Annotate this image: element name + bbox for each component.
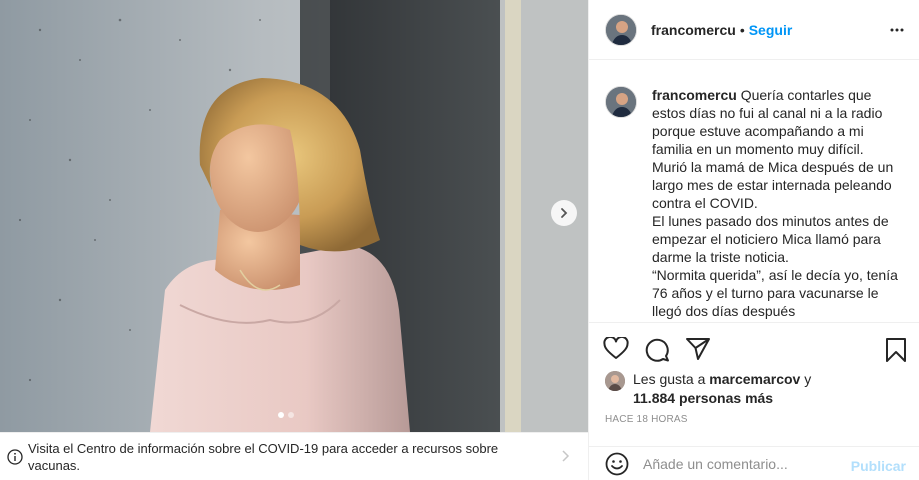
avatar[interactable] [605, 13, 637, 46]
covid-banner-text: Visita el Centro de información sobre el… [28, 440, 499, 473]
post-caption: francomercu Quería contarles que estos d… [605, 86, 905, 322]
likes-prefix: Les gusta a [633, 371, 706, 387]
caption-paragraph: El lunes pasado dos minutos antes de emp… [652, 213, 889, 265]
comment-icon[interactable] [644, 337, 670, 363]
emoji-icon[interactable] [605, 452, 629, 476]
likes-text: Les gusta a marcemarcov y 11.884 persona… [633, 370, 811, 408]
photo-image [0, 0, 588, 432]
caption-paragraph: Murió la mamá de Mica después de un larg… [652, 159, 894, 211]
caption-paragraph: francomercu Quería contarles que estos d… [652, 86, 905, 158]
liker-username[interactable]: marcemarcov [709, 371, 800, 387]
chevron-right-icon [562, 450, 570, 462]
post-timestamp[interactable]: HACE 18 HORAS [605, 414, 688, 425]
comment-bar: Publicar [589, 446, 919, 480]
publish-button[interactable]: Publicar [851, 458, 906, 474]
caption-body: francomercu Quería contarles que estos d… [652, 86, 905, 320]
likes-and: y [804, 371, 812, 387]
carousel-dot-active [278, 412, 284, 418]
username-link[interactable]: francomercu [651, 22, 736, 38]
likes-count[interactable]: 11.884 personas más [633, 390, 773, 406]
next-slide-button[interactable] [551, 200, 577, 226]
liker-avatar[interactable] [605, 371, 625, 391]
separator-dot: • [739, 21, 745, 38]
info-icon [0, 448, 30, 465]
chevron-right-icon [561, 208, 568, 218]
caption-paragraph: “Normita querida”, así le decía yo, tení… [652, 267, 898, 319]
follow-button[interactable]: Seguir [749, 22, 793, 38]
post-side-panel: francomercu • Seguir francomercu Quería … [588, 0, 919, 480]
heart-icon[interactable] [603, 337, 629, 361]
carousel-dot [288, 412, 294, 418]
covid-info-banner[interactable]: Visita el Centro de información sobre el… [0, 432, 588, 480]
post-header: francomercu • Seguir [589, 0, 919, 60]
likes-summary: Les gusta a marcemarcov y 11.884 persona… [605, 370, 811, 408]
more-options-icon[interactable] [889, 22, 905, 38]
bookmark-icon[interactable] [885, 337, 907, 363]
post-photo[interactable] [0, 0, 588, 432]
avatar[interactable] [605, 86, 637, 118]
carousel-indicator [278, 412, 294, 418]
comment-input[interactable] [643, 455, 843, 472]
share-icon[interactable] [685, 337, 711, 361]
caption-username[interactable]: francomercu [652, 87, 737, 103]
